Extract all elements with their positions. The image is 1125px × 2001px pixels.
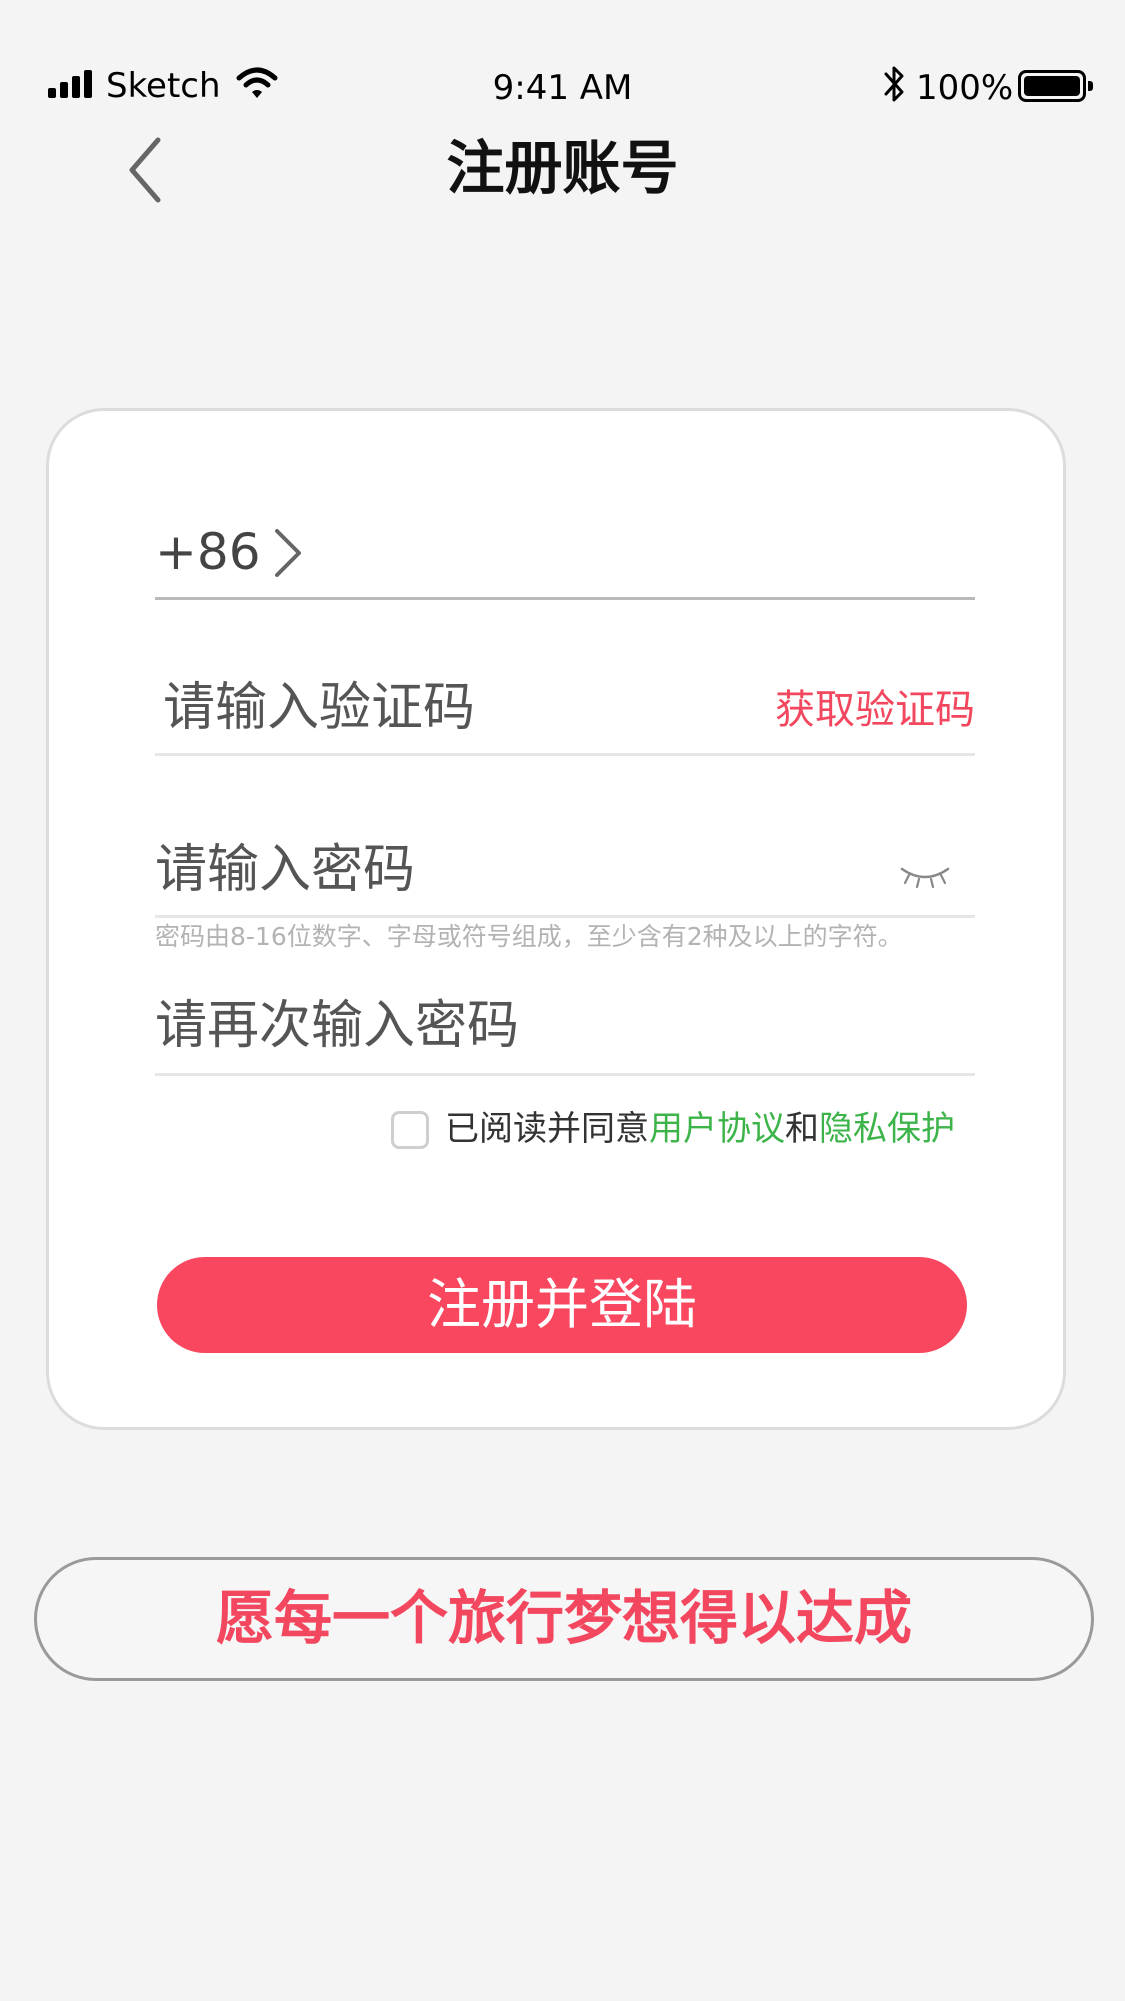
- user-agreement-link[interactable]: 用户协议: [649, 1109, 785, 1149]
- verification-code-field[interactable]: 请输入验证码 获取验证码: [155, 661, 975, 761]
- password-hint: 密码由8-16位数字、字母或符号组成，至少含有2种及以上的字符。: [155, 922, 903, 951]
- agreement-row: 已阅读并同意用户协议和隐私保护: [391, 1101, 991, 1161]
- get-code-button[interactable]: 获取验证码: [775, 683, 975, 737]
- page-title: 注册账号: [446, 134, 679, 202]
- agreement-checkbox[interactable]: [391, 1111, 429, 1149]
- bluetooth-icon: [884, 66, 904, 102]
- status-bar: Sketch 9:41 AM 100%: [0, 0, 1125, 140]
- confirm-password-input[interactable]: 请再次输入密码: [155, 993, 519, 1059]
- confirm-password-field[interactable]: 请再次输入密码: [155, 981, 975, 1081]
- verification-code-input[interactable]: 请输入验证码: [163, 675, 475, 741]
- register-card: +86 请输入验证码 获取验证码 请输入密码 密码由8-16位数字、字母或符号组…: [46, 408, 1066, 1430]
- password-input[interactable]: 请输入密码: [155, 837, 415, 903]
- confirm-password-underline: [155, 1073, 975, 1076]
- code-field-underline: [155, 753, 975, 756]
- phone-field-underline: [155, 597, 975, 600]
- phone-field[interactable]: +86: [155, 511, 975, 607]
- agreement-text: 已阅读并同意用户协议和隐私保护: [445, 1105, 955, 1153]
- eye-closed-icon[interactable]: [899, 863, 951, 891]
- battery-percent: 100%: [916, 68, 1014, 108]
- battery-icon: [1018, 70, 1093, 102]
- password-field[interactable]: 请输入密码: [155, 821, 975, 921]
- register-screen: Sketch 9:41 AM 100% 注册账号 +86 请输入验证码 获取验证…: [0, 0, 1125, 2001]
- slogan-banner: 愿每一个旅行梦想得以达成: [34, 1557, 1094, 1681]
- privacy-link[interactable]: 隐私保护: [819, 1109, 955, 1149]
- agreement-prefix: 已阅读并同意: [445, 1109, 649, 1149]
- country-code-selector[interactable]: +86: [155, 519, 261, 585]
- register-login-button[interactable]: 注册并登陆: [157, 1257, 967, 1353]
- agreement-and: 和: [785, 1109, 819, 1149]
- chevron-right-icon[interactable]: [271, 525, 305, 581]
- password-field-underline: [155, 915, 975, 918]
